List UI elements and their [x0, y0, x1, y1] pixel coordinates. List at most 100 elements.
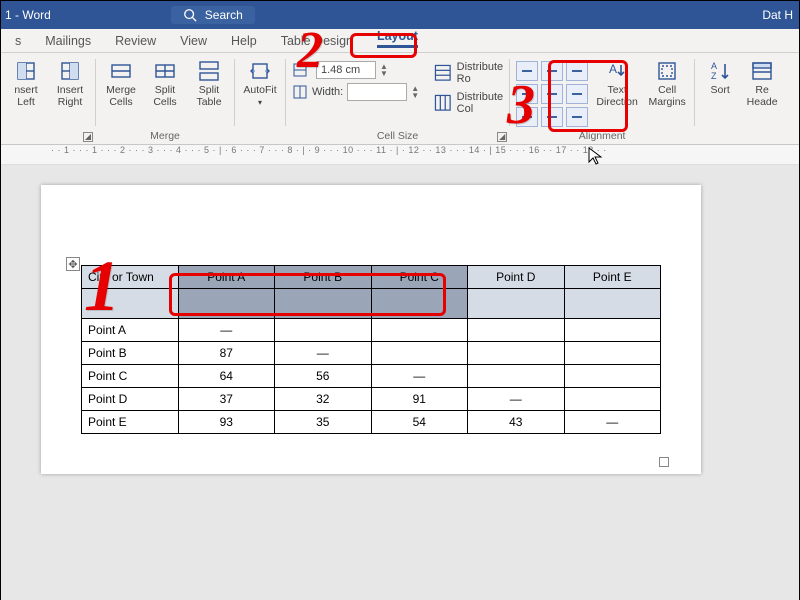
table-cell[interactable] — [564, 319, 661, 342]
th-point-a[interactable]: Point A — [178, 266, 275, 289]
row-label[interactable]: Point D — [82, 388, 179, 411]
align-middle-center[interactable] — [541, 84, 563, 104]
table-cell[interactable] — [468, 319, 565, 342]
table-cell[interactable] — [564, 388, 661, 411]
align-top-right[interactable] — [566, 61, 588, 81]
tab-table-design[interactable]: Table Design — [271, 30, 363, 52]
search-box[interactable]: Search — [171, 6, 255, 24]
align-top-center[interactable] — [541, 61, 563, 81]
merge-cells-button[interactable]: Merge Cells — [102, 57, 140, 108]
split-table-button[interactable]: Split Table — [190, 57, 228, 108]
align-bottom-right[interactable] — [566, 107, 588, 127]
svg-text:Z: Z — [711, 71, 717, 81]
table-row[interactable]: Point E93355443— — [82, 411, 661, 434]
table-cell[interactable] — [468, 365, 565, 388]
autofit-icon — [248, 59, 272, 83]
table-row[interactable]: Point B87— — [82, 342, 661, 365]
tab-help[interactable]: Help — [221, 30, 267, 52]
table-cell[interactable]: 87 — [178, 342, 275, 365]
table-row[interactable]: Point C6456— — [82, 365, 661, 388]
table-cell[interactable] — [371, 319, 468, 342]
table-resize-handle[interactable] — [659, 457, 669, 467]
alignment-group-label: Alignment — [516, 128, 688, 144]
row-label[interactable]: Point B — [82, 342, 179, 365]
group-cell-size: Height: 1.48 cm ▲▼ Width: ▲▼ Distribute — [286, 53, 509, 144]
col-width-input[interactable] — [347, 83, 407, 101]
th-point-c[interactable]: Point C — [371, 266, 468, 289]
row-label[interactable]: Point E — [82, 411, 179, 434]
document-table[interactable]: City or Town Point A Point B Point C Poi… — [81, 265, 661, 434]
tab-mailings[interactable]: Mailings — [35, 30, 101, 52]
distribute-cols-button[interactable]: Distribute Col — [433, 91, 503, 115]
table-cell[interactable]: — — [275, 342, 372, 365]
row-label[interactable]: Point A — [82, 319, 179, 342]
merge-group-label: Merge — [102, 128, 228, 144]
row-height-input[interactable]: 1.48 cm — [316, 61, 376, 79]
th-point-b[interactable]: Point B — [275, 266, 372, 289]
horizontal-ruler[interactable]: · · 1 · · · 1 · · · 2 · · · 3 · · · 4 · … — [1, 145, 799, 165]
table-cell[interactable] — [275, 319, 372, 342]
table-cell[interactable] — [371, 342, 468, 365]
tab-layout[interactable]: Layout — [367, 25, 428, 52]
table-cell[interactable] — [468, 342, 565, 365]
distribute-cols-icon — [433, 93, 453, 113]
table-row[interactable]: Point D373291— — [82, 388, 661, 411]
document-area: ✥ City or Town Point A Point B Point C P… — [1, 165, 799, 600]
table-cell[interactable]: — — [178, 319, 275, 342]
align-bottom-center[interactable] — [541, 107, 563, 127]
table-cell[interactable]: 54 — [371, 411, 468, 434]
align-bottom-left[interactable] — [516, 107, 538, 127]
th-point-d[interactable]: Point D — [468, 266, 565, 289]
table-cell[interactable]: 35 — [275, 411, 372, 434]
cellsize-launcher[interactable]: ◢ — [497, 132, 507, 142]
table-cell[interactable]: 56 — [275, 365, 372, 388]
sort-button[interactable]: AZ Sort — [701, 57, 739, 97]
th-city[interactable]: City or Town — [82, 266, 179, 289]
table-cell[interactable]: — — [468, 388, 565, 411]
table-cell[interactable] — [564, 365, 661, 388]
row-label[interactable]: Point C — [82, 365, 179, 388]
table-cell[interactable]: 37 — [178, 388, 275, 411]
doc-title: 1 - Word — [5, 8, 51, 22]
insert-right-button[interactable]: Insert Right — [51, 57, 89, 108]
align-middle-left[interactable] — [516, 84, 538, 104]
align-middle-right[interactable] — [566, 84, 588, 104]
cell-margins-button[interactable]: Cell Margins — [646, 57, 688, 108]
rows-cols-launcher[interactable]: ◢ — [83, 132, 93, 142]
table-cell[interactable]: 43 — [468, 411, 565, 434]
tab-review[interactable]: Review — [105, 30, 166, 52]
table-cell[interactable]: 91 — [371, 388, 468, 411]
table-header-row: City or Town Point A Point B Point C Poi… — [82, 266, 661, 289]
split-table-icon — [197, 59, 221, 83]
mouse-cursor-icon — [588, 147, 602, 165]
text-direction-button[interactable]: A Text Direction — [594, 57, 640, 108]
height-spinner[interactable]: ▲▼ — [380, 63, 388, 77]
autofit-button[interactable]: AutoFit ▾ — [241, 57, 279, 107]
tab-view[interactable]: View — [170, 30, 217, 52]
distribute-rows-button[interactable]: Distribute Ro — [433, 61, 503, 85]
th-point-e[interactable]: Point E — [564, 266, 661, 289]
tab-references-partial[interactable]: s — [5, 30, 31, 52]
split-cells-button[interactable]: Split Cells — [146, 57, 184, 108]
search-icon — [183, 8, 197, 22]
col-width-icon — [292, 84, 308, 100]
repeat-header-icon — [750, 59, 774, 83]
table-row[interactable]: Point A— — [82, 319, 661, 342]
insert-left-button[interactable]: nsert Left — [7, 57, 45, 108]
table-move-handle[interactable]: ✥ — [66, 257, 80, 271]
table-cell[interactable] — [564, 342, 661, 365]
svg-text:A: A — [711, 61, 717, 71]
ribbon-tabs: s Mailings Review View Help Table Design… — [1, 29, 799, 53]
group-alignment: A Text Direction Cell Margins Alignment — [510, 53, 694, 144]
width-spinner[interactable]: ▲▼ — [411, 85, 419, 99]
insert-left-icon — [14, 59, 38, 83]
table-cell[interactable]: — — [371, 365, 468, 388]
group-autofit: AutoFit ▾ — [235, 53, 285, 144]
repeat-header-button[interactable]: Re Heade — [745, 57, 779, 108]
table-cell[interactable]: 64 — [178, 365, 275, 388]
align-top-left[interactable] — [516, 61, 538, 81]
table-cell[interactable]: — — [564, 411, 661, 434]
table-cell[interactable]: 32 — [275, 388, 372, 411]
split-cells-icon — [153, 59, 177, 83]
table-cell[interactable]: 93 — [178, 411, 275, 434]
